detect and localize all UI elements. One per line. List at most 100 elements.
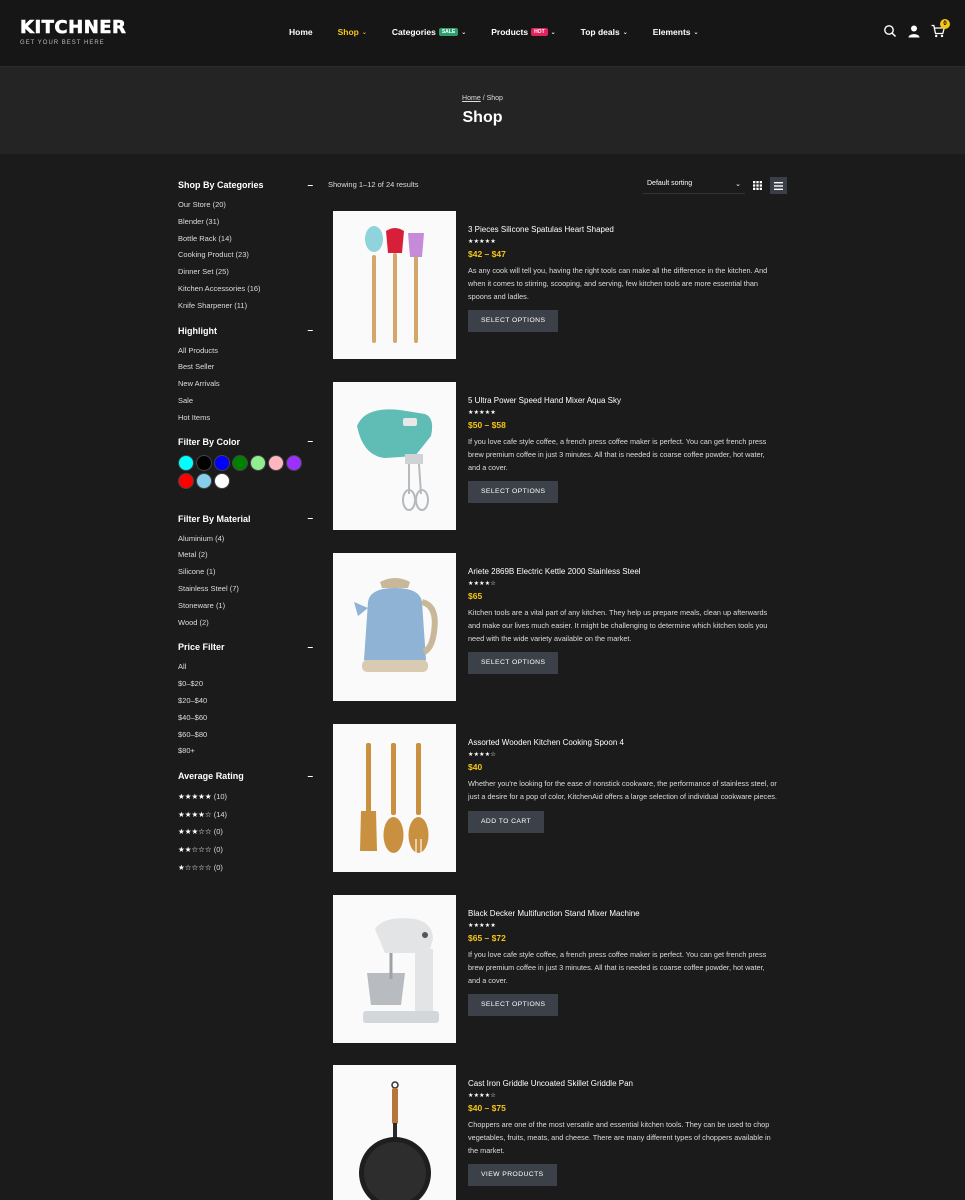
star-rating-icon: ★★★★★: [178, 792, 212, 802]
nav-elements[interactable]: Elements ⌄: [653, 27, 699, 37]
material-item[interactable]: Aluminium (4): [178, 531, 313, 548]
category-item[interactable]: Kitchen Accessories (16): [178, 281, 313, 298]
price-item[interactable]: All: [178, 659, 313, 676]
color-swatch[interactable]: [286, 454, 302, 471]
material-item[interactable]: Stainless Steel (7): [178, 581, 313, 598]
spatulas-icon: [364, 226, 424, 343]
search-icon[interactable]: [883, 24, 897, 38]
griddle-pan-icon: [358, 1080, 431, 1200]
color-swatch[interactable]: [232, 454, 248, 471]
highlight-item[interactable]: Sale: [178, 393, 313, 410]
product-card: Black Decker Multifunction Stand Mixer M…: [333, 895, 788, 1043]
product-name[interactable]: 3 Pieces Silicone Spatulas Heart Shaped: [468, 225, 778, 234]
price-item[interactable]: $80+: [178, 743, 313, 760]
categories-title: Shop By Categories: [178, 180, 264, 190]
product-info: 5 Ultra Power Speed Hand Mixer Aqua Sky …: [468, 396, 778, 504]
category-item[interactable]: Our Store (20): [178, 197, 313, 214]
collapse-icon[interactable]: –: [307, 325, 313, 336]
collapse-icon[interactable]: –: [307, 771, 313, 782]
product-image[interactable]: [333, 382, 456, 530]
collapse-icon[interactable]: –: [307, 642, 313, 653]
material-item[interactable]: Metal (2): [178, 547, 313, 564]
color-swatch[interactable]: [250, 454, 266, 471]
rating-item[interactable]: ★★★☆☆ (0): [178, 823, 313, 841]
product-name[interactable]: Ariete 2869B Electric Kettle 2000 Stainl…: [468, 567, 778, 576]
material-item[interactable]: Silicone (1): [178, 564, 313, 581]
logo-tagline: GET YOUR BEST HERE: [20, 40, 105, 46]
highlight-item[interactable]: New Arrivals: [178, 376, 313, 393]
product-description: If you love cafe style coffee, a french …: [468, 437, 767, 472]
highlight-item[interactable]: Best Seller: [178, 359, 313, 376]
category-item[interactable]: Bottle Rack (14): [178, 231, 313, 248]
color-swatch[interactable]: [196, 454, 212, 471]
highlight-list: All Products Best Seller New Arrivals Sa…: [178, 343, 313, 427]
logo[interactable]: KITCHNER GET YOUR BEST HERE: [20, 18, 127, 46]
color-swatch[interactable]: [214, 454, 230, 471]
color-swatch[interactable]: [196, 472, 212, 489]
color-swatch[interactable]: [178, 472, 194, 489]
material-item[interactable]: Stoneware (1): [178, 598, 313, 615]
cart-icon[interactable]: 0: [931, 19, 950, 38]
select-options-button[interactable]: SELECT OPTIONS: [468, 652, 559, 675]
highlight-widget: Highlight – All Products Best Seller New…: [178, 324, 313, 427]
product-image[interactable]: [333, 895, 456, 1043]
category-item[interactable]: Cooking Product (23): [178, 247, 313, 264]
chevron-down-icon: ⌄: [461, 29, 467, 36]
highlight-item[interactable]: All Products: [178, 343, 313, 360]
product-price: $50 – $58: [468, 420, 506, 430]
add-to-cart-button[interactable]: ADD TO CART: [468, 810, 545, 833]
select-options-button[interactable]: SELECT OPTIONS: [468, 481, 559, 504]
color-swatch[interactable]: [214, 472, 230, 489]
product-image[interactable]: [333, 1065, 456, 1200]
star-rating-icon: ★★★★☆: [468, 752, 496, 758]
star-rating-icon: ★★★☆☆: [178, 827, 212, 837]
product-price: $40 – $75: [468, 1103, 506, 1113]
rating-item[interactable]: ★★☆☆☆ (0): [178, 841, 313, 859]
select-options-button[interactable]: SELECT OPTIONS: [468, 994, 559, 1017]
breadcrumb-home-link[interactable]: Home: [462, 95, 481, 102]
price-item[interactable]: $40–$60: [178, 710, 313, 727]
category-item[interactable]: Knife Sharpener (11): [178, 298, 313, 315]
collapse-icon[interactable]: –: [307, 513, 313, 524]
star-rating-icon: ★★★★★: [468, 239, 496, 245]
color-swatch[interactable]: [268, 454, 284, 471]
view-products-button[interactable]: VIEW PRODUCTS: [468, 1164, 557, 1187]
product-name[interactable]: Cast Iron Griddle Uncoated Skillet Gridd…: [468, 1079, 778, 1088]
nav-home[interactable]: Home: [289, 27, 313, 37]
color-swatch[interactable]: [178, 454, 194, 471]
hot-badge: HOT: [531, 28, 548, 36]
rating-item[interactable]: ★★★★★ (10): [178, 788, 313, 806]
nav-products[interactable]: Products HOT ⌄: [491, 27, 555, 37]
category-item[interactable]: Blender (31): [178, 214, 313, 231]
product-name[interactable]: Black Decker Multifunction Stand Mixer M…: [468, 909, 778, 918]
price-item[interactable]: $0–$20: [178, 676, 313, 693]
grid-view-button[interactable]: [749, 177, 766, 194]
product-image[interactable]: [333, 724, 456, 872]
material-item[interactable]: Wood (2): [178, 615, 313, 632]
collapse-icon[interactable]: –: [307, 436, 313, 447]
rating-list: ★★★★★ (10) ★★★★☆ (14) ★★★☆☆ (0) ★★☆☆☆ (0…: [178, 788, 313, 876]
rating-item[interactable]: ★★★★☆ (14): [178, 806, 313, 824]
category-item[interactable]: Dinner Set (25): [178, 264, 313, 281]
user-icon[interactable]: [907, 24, 921, 38]
price-item[interactable]: $20–$40: [178, 693, 313, 710]
product-image[interactable]: [333, 553, 456, 701]
list-view-button[interactable]: [770, 177, 787, 194]
rating-item[interactable]: ★☆☆☆☆ (0): [178, 859, 313, 877]
page-banner: Home / Shop Shop: [0, 67, 965, 154]
highlight-item[interactable]: Hot Items: [178, 410, 313, 427]
product-name[interactable]: 5 Ultra Power Speed Hand Mixer Aqua Sky: [468, 396, 778, 405]
nav-top-deals[interactable]: Top deals ⌄: [581, 27, 628, 37]
rating-count: (10): [213, 792, 228, 802]
collapse-icon[interactable]: –: [307, 180, 313, 191]
product-image[interactable]: [333, 211, 456, 359]
nav-shop[interactable]: Shop ⌄: [338, 27, 367, 37]
nav-label: Elements: [652, 27, 691, 37]
select-options-button[interactable]: SELECT OPTIONS: [468, 310, 559, 333]
product-name[interactable]: Assorted Wooden Kitchen Cooking Spoon 4: [468, 738, 778, 747]
product-info: Assorted Wooden Kitchen Cooking Spoon 4 …: [468, 738, 778, 833]
sort-select[interactable]: Default sorting ⌄: [643, 177, 745, 194]
nav-label: Shop: [337, 27, 359, 37]
nav-categories[interactable]: Categories SALE ⌄: [392, 27, 466, 37]
price-item[interactable]: $60–$80: [178, 727, 313, 744]
